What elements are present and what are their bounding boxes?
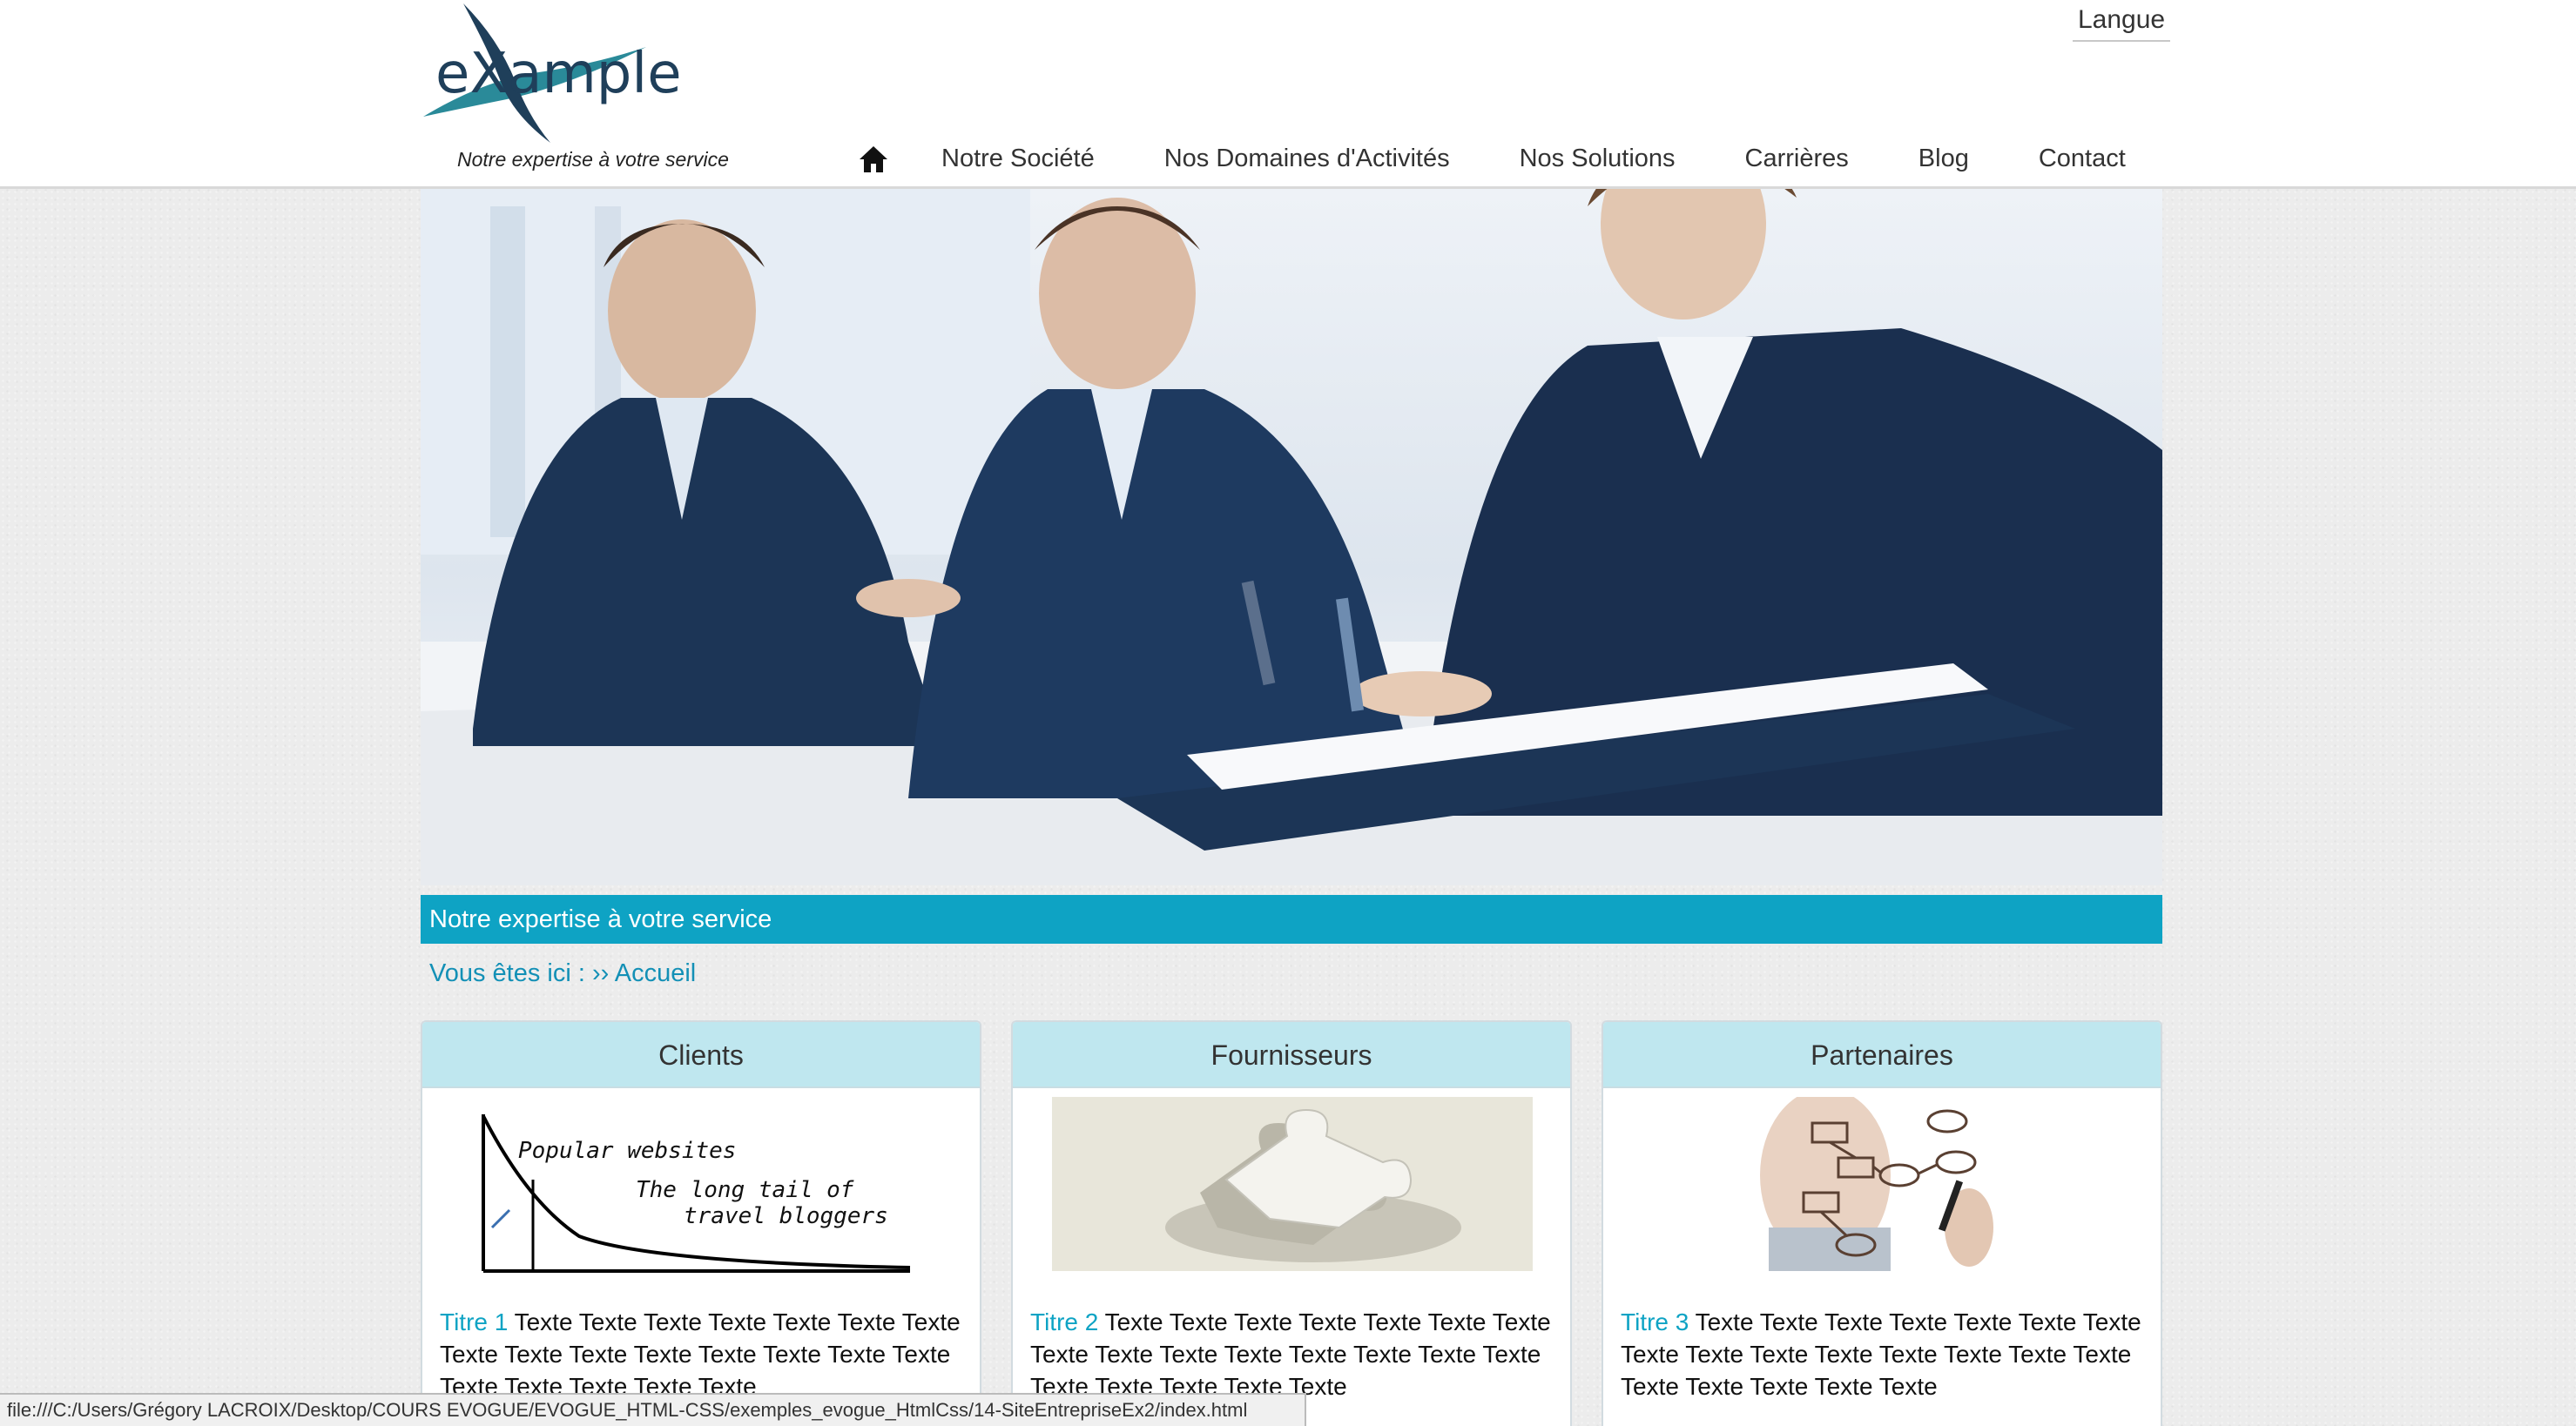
breadcrumb[interactable]: Vous êtes ici : ›› Accueil [429,959,696,988]
card-clients: Clients Popular websites The long tail o… [421,1020,981,1426]
home-icon[interactable] [858,145,889,174]
card-body-text: Texte Texte Texte Texte Texte Texte Text… [1621,1308,2141,1400]
nav-item-blog[interactable]: Blog [1919,145,1969,173]
card-heading: Partenaires [1603,1022,2161,1088]
business-meeting-photo [421,189,2162,885]
card-heading: Clients [422,1022,980,1088]
main-nav: Notre Société Nos Domaines d'Activités N… [858,139,2126,178]
banner: Notre expertise à votre service [421,895,2162,944]
card-title[interactable]: Titre 3 [1621,1308,1689,1335]
site-header: eXample Notre expertise à votre service … [0,0,2576,189]
tagline: Notre expertise à votre service [457,148,729,171]
card-body: Titre 2 Texte Texte Texte Texte Texte Te… [1030,1306,1561,1402]
sketch-label-2: The long tail of [636,1177,854,1203]
sketch-label-3: travel bloggers [684,1203,888,1229]
long-tail-chart-sketch: Popular websites The long tail of travel… [457,1097,945,1280]
nav-item-domaines[interactable]: Nos Domaines d'Activités [1164,145,1450,173]
logo-text: eXample [435,42,682,106]
card-body: Titre 3 Texte Texte Texte Texte Texte Te… [1621,1306,2152,1402]
nav-item-societe[interactable]: Notre Société [941,145,1095,173]
nav-item-carrieres[interactable]: Carrières [1745,145,1849,173]
nav-item-solutions[interactable]: Nos Solutions [1520,145,1676,173]
card-body-text: Texte Texte Texte Texte Texte Texte Text… [1030,1308,1551,1400]
puzzle-piece-photo [1052,1097,1533,1271]
card-title[interactable]: Titre 2 [1030,1308,1098,1335]
card-partenaires: Partenaires Titre 3 Texte Texte Texte Te… [1602,1020,2162,1426]
card-fournisseurs: Fournisseurs Titre 2 Texte Texte Texte T… [1011,1020,1572,1426]
card-body-text: Texte Texte Texte Texte Texte Texte Text… [440,1308,961,1400]
card-heading: Fournisseurs [1013,1022,1570,1088]
hero-image [421,189,2162,885]
language-selector[interactable]: Langue [2073,5,2171,42]
card-body: Titre 1 Texte Texte Texte Texte Texte Te… [440,1306,971,1402]
logo[interactable]: eXample [420,3,698,143]
nav-item-contact[interactable]: Contact [2039,145,2126,173]
card-title[interactable]: Titre 1 [440,1308,508,1335]
sketch-label-1: Popular websites [518,1138,736,1164]
flowchart-drawing-photo [1751,1097,2013,1271]
browser-status-bar: file:///C:/Users/Grégory LACROIX/Desktop… [0,1393,1306,1426]
